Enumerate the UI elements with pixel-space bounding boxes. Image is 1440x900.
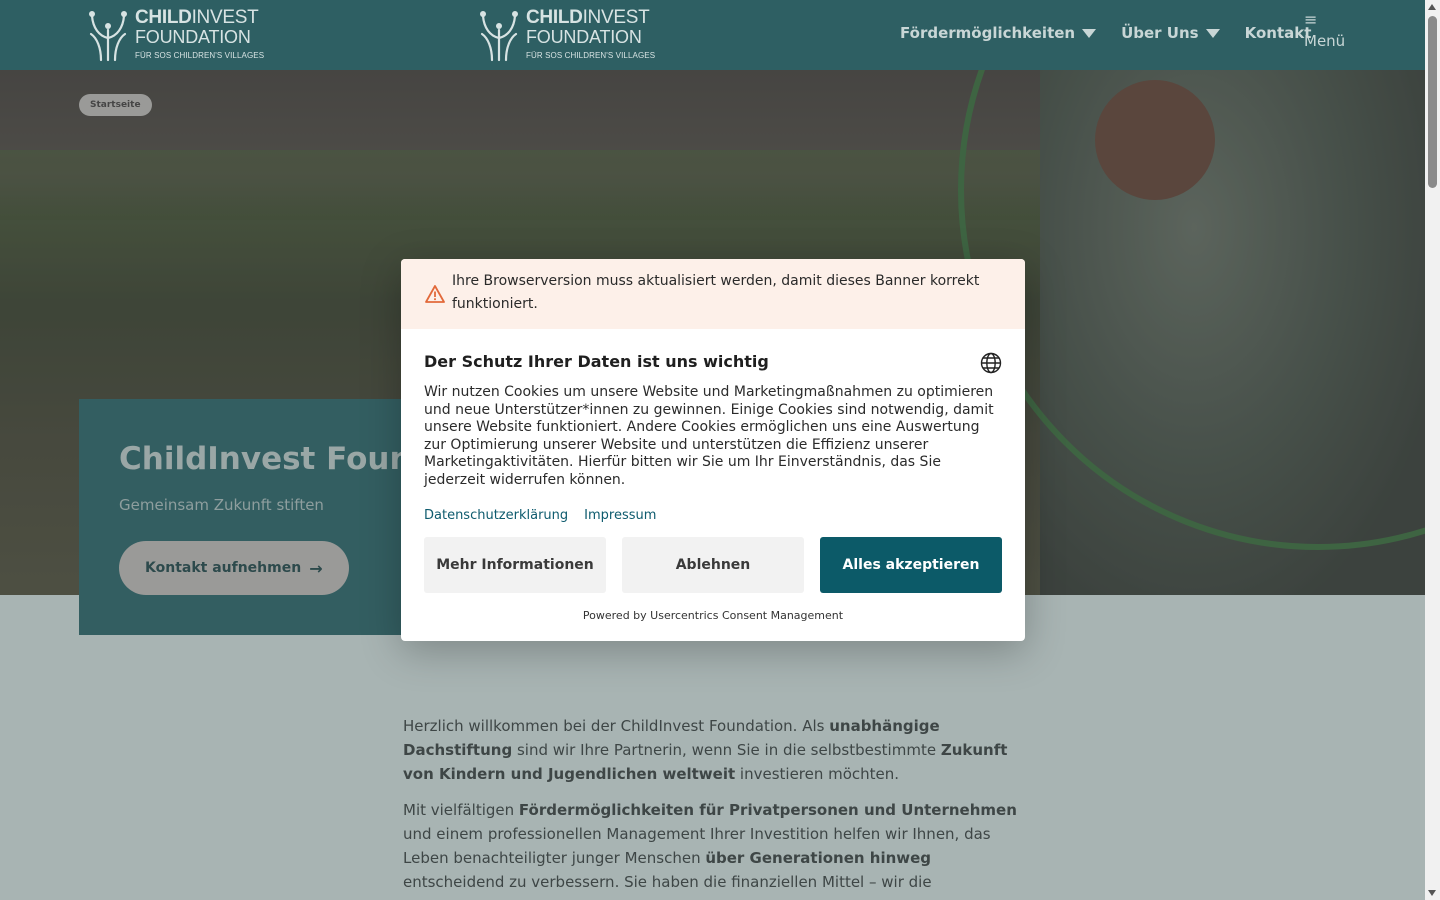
consent-title: Der Schutz Ihrer Daten ist uns wichtig: [424, 352, 769, 371]
nav-label-foerdermoeglichkeiten: Fördermöglichkeiten: [900, 24, 1076, 42]
nav-item-foerdermoeglichkeiten[interactable]: Fördermöglichkeiten: [900, 24, 1097, 42]
logo-tagline: FÜR SOS CHILDREN'S VILLAGES: [526, 51, 656, 60]
consent-description: Wir nutzen Cookies um unsere Website und…: [424, 384, 994, 488]
caret-down-icon: [1205, 28, 1220, 38]
browser-warning-banner: Ihre Browserversion muss aktualisiert we…: [401, 259, 1025, 329]
logo-left[interactable]: CHILDINVEST FOUNDATION FÜR SOS CHILDREN'…: [87, 8, 264, 62]
nav-item-kontakt[interactable]: Kontakt: [1245, 24, 1312, 42]
logo-center[interactable]: CHILDINVEST FOUNDATION FÜR SOS CHILDREN'…: [478, 8, 655, 62]
deny-button[interactable]: Ablehnen: [622, 537, 804, 593]
nav-item-ueber-uns[interactable]: Über Uns: [1121, 24, 1220, 42]
text-span: Herzlich willkommen bei der ChildInvest …: [403, 717, 830, 735]
page-scrollbar[interactable]: [1425, 0, 1440, 900]
logo-word-foundation: FOUNDATION: [135, 27, 251, 47]
nav-label-kontakt: Kontakt: [1244, 24, 1312, 42]
hamburger-icon: ≡: [1304, 10, 1318, 29]
imprint-link[interactable]: Impressum: [584, 508, 656, 523]
logo-word-invest: INVEST: [191, 7, 259, 28]
text-span: investieren möchten.: [735, 765, 900, 783]
logo-word-child: CHILD: [135, 7, 192, 28]
logo-mark-icon: [89, 11, 127, 62]
menu-button[interactable]: ≡ Menü: [1304, 10, 1346, 51]
privacy-policy-link[interactable]: Datenschutzerklärung: [424, 508, 568, 523]
site-header: CHILDINVEST FOUNDATION FÜR SOS CHILDREN'…: [0, 0, 1425, 70]
warning-icon: [425, 285, 445, 303]
arrow-right-icon: →: [309, 558, 323, 578]
scrollbar-thumb[interactable]: [1428, 16, 1437, 188]
scroll-up-icon[interactable]: [1428, 4, 1436, 10]
logo-word-child: CHILD: [526, 7, 583, 28]
text-span: sind wir Ihre Partnerin, wenn Sie in die…: [512, 741, 941, 759]
browser-warning-text: Ihre Browserversion muss aktualisiert we…: [452, 273, 980, 312]
scroll-down-icon[interactable]: [1428, 890, 1436, 896]
intro-paragraph-2: Mit vielfältigen Fördermöglichkeiten für…: [403, 798, 1023, 894]
logo-word-foundation: FOUNDATION: [526, 27, 642, 47]
more-information-button[interactable]: Mehr Informationen: [424, 537, 606, 593]
logo-tagline: FÜR SOS CHILDREN'S VILLAGES: [135, 51, 265, 60]
powered-by-text: Powered by Usercentrics Consent Manageme…: [582, 609, 844, 622]
logo-mark-icon: [480, 11, 518, 62]
consent-links: Datenschutzerklärung Impressum: [424, 508, 672, 523]
caret-down-icon: [1082, 28, 1097, 38]
menu-label: Menü: [1304, 32, 1346, 50]
accept-all-button[interactable]: Alles akzeptieren: [820, 537, 1002, 593]
breadcrumb[interactable]: Startseite: [79, 94, 152, 116]
cookie-consent-dialog: Ihre Browserversion muss aktualisiert we…: [401, 259, 1025, 641]
intro-text: Herzlich willkommen bei der ChildInvest …: [403, 714, 1023, 900]
nav-label-ueber-uns: Über Uns: [1121, 24, 1199, 42]
text-bold: über Generationen hinweg: [705, 849, 932, 867]
hero-subtitle: Gemeinsam Zukunft stiften: [119, 496, 324, 514]
contact-button-label: Kontakt aufnehmen: [145, 560, 302, 576]
text-span: Mit vielfältigen: [403, 801, 519, 819]
logo-word-invest: INVEST: [582, 7, 650, 28]
text-span: entscheidend zu verbessern. Sie haben di…: [403, 873, 932, 891]
contact-button[interactable]: Kontakt aufnehmen →: [119, 541, 349, 595]
text-bold: Fördermöglichkeiten für Privatpersonen u…: [518, 801, 1017, 819]
intro-paragraph-1: Herzlich willkommen bei der ChildInvest …: [403, 714, 1023, 786]
globe-icon[interactable]: [980, 352, 1002, 374]
main-nav: Fördermöglichkeiten Über Uns Kontakt: [900, 24, 1311, 42]
